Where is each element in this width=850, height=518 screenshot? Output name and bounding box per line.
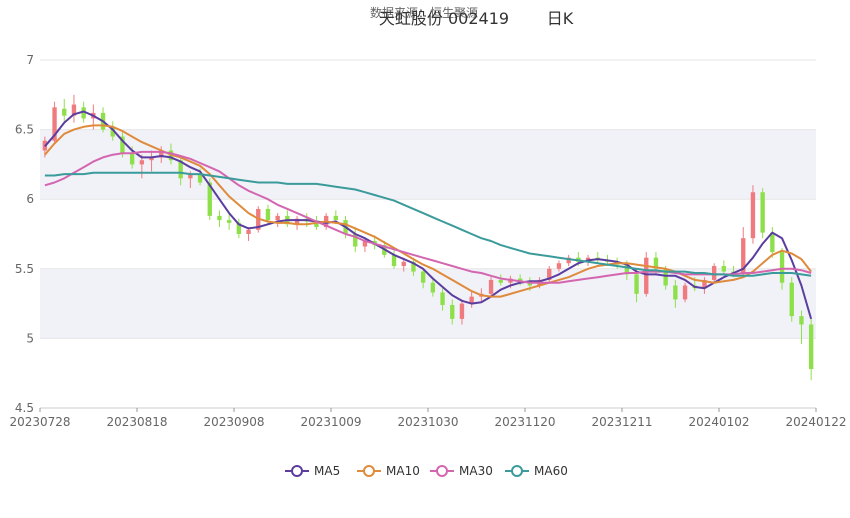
candle-body (197, 174, 203, 183)
y-tick-label: 5 (26, 331, 34, 345)
legend-marker (291, 465, 303, 477)
candle-body (333, 215, 339, 221)
x-tick-label: 20231030 (397, 415, 458, 429)
candle-body (760, 192, 765, 233)
candle-body (556, 263, 562, 269)
candle (750, 185, 756, 244)
candle-body (450, 304, 455, 319)
candle-body (217, 215, 222, 221)
candle-body (129, 153, 135, 165)
x-tick-label: 20230908 (203, 415, 264, 429)
x-tick-label: 20231211 (591, 415, 652, 429)
y-band (40, 60, 816, 130)
background-bands (40, 60, 816, 408)
candle-body (498, 279, 503, 283)
candlestick-chart: 4.555.566.57 20230728 20230818 20230908 202… (9, 5, 847, 478)
x-tick-label: 20231120 (494, 415, 555, 429)
candle-body (808, 324, 814, 370)
candle-body (430, 282, 436, 293)
candle-body (721, 266, 727, 272)
legend-label: MA5 (314, 464, 340, 478)
legend-label: MA10 (386, 464, 420, 478)
x-tick-label: 20230728 (9, 415, 70, 429)
y-axis: 4.5 5 5.5 6 6.5 7 (15, 53, 34, 415)
chart-title: 天虹股份 002419 (379, 9, 509, 28)
legend-item-ma5[interactable]: MA5 (285, 464, 340, 478)
y-tick-label: 4.5 (15, 401, 34, 415)
candle-body (246, 229, 251, 234)
candle-body (799, 316, 804, 325)
x-tick-label: 20240122 (785, 415, 846, 429)
y-band (40, 268, 816, 339)
candle (682, 282, 688, 303)
candle-body (459, 303, 465, 319)
y-tick-label: 6 (26, 192, 34, 206)
candle-body (488, 279, 494, 294)
candle-body (226, 220, 232, 223)
x-tick-label: 20230818 (106, 415, 167, 429)
legend-marker (436, 465, 448, 477)
period-label: 日K (547, 9, 574, 28)
x-tick-label: 20231009 (300, 415, 361, 429)
candle (789, 277, 794, 322)
candle-body (644, 257, 649, 294)
legend-marker (363, 465, 375, 477)
legend[interactable]: MA5 MA10 MA30 MA60 (285, 464, 568, 478)
candle-body (401, 261, 406, 267)
candle (488, 277, 494, 297)
candle-body (440, 292, 445, 305)
candle-body (682, 285, 688, 300)
y-band (40, 338, 816, 408)
x-axis: 20230728 20230818 20230908 20231009 20231030… (9, 407, 847, 429)
candle-body (62, 108, 67, 116)
candle-body (634, 274, 639, 294)
legend-marker (511, 465, 523, 477)
legend-item-ma30[interactable]: MA30 (430, 464, 493, 478)
legend-item-ma60[interactable]: MA60 (505, 464, 568, 478)
candle-body (789, 282, 794, 317)
candle-body (673, 285, 678, 300)
y-tick-label: 6.5 (15, 123, 34, 137)
candle-body (711, 266, 717, 280)
legend-label: MA60 (534, 464, 568, 478)
legend-item-ma10[interactable]: MA10 (357, 464, 420, 478)
y-tick-label: 5.5 (15, 262, 34, 276)
legend-label: MA30 (459, 464, 493, 478)
x-tick-label: 20240102 (688, 415, 749, 429)
candle-body (750, 192, 756, 239)
candle (760, 188, 765, 239)
candle-body (139, 160, 145, 165)
candle-body (779, 252, 785, 283)
y-band (40, 129, 816, 200)
candle-body (265, 208, 271, 221)
candle (711, 263, 717, 283)
candle-body (275, 215, 280, 221)
y-tick-label: 7 (26, 53, 34, 67)
candle-body (420, 271, 426, 283)
